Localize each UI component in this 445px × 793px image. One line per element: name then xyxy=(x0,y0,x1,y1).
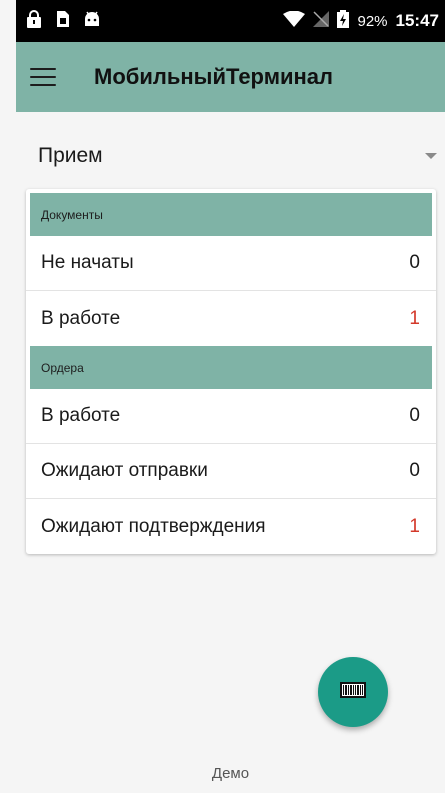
app-title: МобильныйТерминал xyxy=(94,64,334,89)
sim-card-icon xyxy=(56,10,70,33)
screen: 92% 15:47 МобильныйТерминал Прием Докуме… xyxy=(16,0,445,793)
scan-barcode-button[interactable] xyxy=(318,657,388,727)
clock: 15:47 xyxy=(395,11,439,30)
row-label: Ожидают подтверждения xyxy=(41,515,266,537)
status-bar: 92% 15:47 xyxy=(16,0,445,42)
list-item-documents-in-progress[interactable]: В работе 1 xyxy=(26,291,436,346)
list-item-orders-in-progress[interactable]: В работе 0 xyxy=(26,389,436,444)
battery-charging-icon xyxy=(337,10,350,32)
mode-dropdown-value: Прием xyxy=(38,144,103,167)
wifi-icon xyxy=(283,10,306,31)
row-label: Ожидают отправки xyxy=(41,460,208,481)
android-icon xyxy=(84,10,100,33)
hamburger-menu-icon[interactable] xyxy=(30,68,56,86)
battery-percent: 92% xyxy=(357,12,388,30)
no-sim-icon xyxy=(313,11,330,31)
row-label: Не начаты xyxy=(41,252,134,273)
row-count: 0 xyxy=(409,460,420,481)
mode-dropdown[interactable]: Прием xyxy=(16,136,445,176)
section-header-orders: Ордера xyxy=(30,346,432,389)
app-bar: МобильныйТерминал xyxy=(16,42,445,112)
list-item-orders-awaiting-confirmation[interactable]: Ожидают подтверждения 1 xyxy=(26,499,436,554)
row-label: В работе xyxy=(41,307,121,329)
list-item-documents-not-started[interactable]: Не начаты 0 xyxy=(26,236,436,291)
footer-mode-label: Демо xyxy=(211,765,250,782)
summary-card: Документы Не начаты 0 В работе 1 Ордера … xyxy=(26,189,436,554)
dropdown-arrow-icon xyxy=(425,153,437,159)
section-header-documents: Документы xyxy=(30,193,432,236)
row-count: 1 xyxy=(409,515,420,537)
lock-icon xyxy=(26,9,42,33)
row-count: 1 xyxy=(409,307,420,329)
row-label: В работе xyxy=(41,405,121,426)
row-count: 0 xyxy=(409,252,420,273)
barcode-icon xyxy=(340,681,366,703)
list-item-orders-awaiting-sending[interactable]: Ожидают отправки 0 xyxy=(26,444,436,499)
row-count: 0 xyxy=(409,405,420,426)
